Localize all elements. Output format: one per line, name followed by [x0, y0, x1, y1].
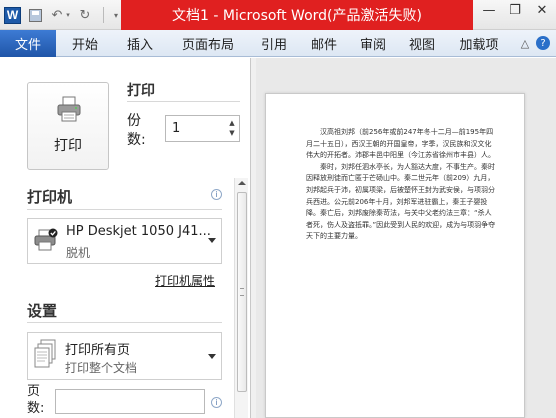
redo-icon[interactable]: ↻	[77, 7, 93, 23]
print-scope-sub: 打印整个文档	[65, 361, 138, 375]
ribbon-tabs: 文件 开始 插入 页面布局 引用 邮件 审阅 视图 加载项 △ ?	[0, 29, 556, 57]
printer-icon	[34, 228, 58, 251]
increment-icon[interactable]: ▲	[227, 118, 237, 128]
scrollbar-thumb[interactable]	[237, 192, 247, 392]
preview-paragraph: 汉高祖刘邦（前256年或前247年冬十二月—前195年四月二十五日），西汉王朝的…	[306, 128, 495, 160]
preview-text: 汉高祖刘邦（前256年或前247年冬十二月—前195年四月二十五日），西汉王朝的…	[306, 127, 496, 243]
title-bar: W ↶ ▾ ↻ ▾ 文档1 - Microsoft Word(产品激活失败) —…	[0, 0, 556, 30]
copies-value: 1	[172, 121, 181, 136]
printer-properties-link[interactable]: 打印机属性	[155, 272, 215, 289]
tab-mailings[interactable]: 邮件	[298, 30, 350, 57]
scrollbar[interactable]	[234, 178, 248, 418]
pages-input[interactable]	[55, 389, 205, 414]
tab-review[interactable]: 审阅	[350, 30, 396, 57]
restore-icon[interactable]: ❐	[502, 0, 528, 20]
tab-home[interactable]: 开始	[56, 30, 114, 57]
window-title: 文档1 - Microsoft Word(产品激活失败)	[121, 0, 473, 30]
tab-references[interactable]: 引用	[250, 30, 298, 57]
pages-icon	[34, 339, 56, 368]
divider	[27, 209, 222, 210]
chevron-down-icon	[208, 354, 216, 359]
quick-access-toolbar: ↶ ▾ ↻ ▾	[27, 7, 130, 23]
preview-paragraph: 秦时，刘邦任泗水亭长，为人豁达大度，不事生产。秦时因释放刑徒而亡匿于芒砀山中。秦…	[306, 162, 496, 241]
ribbon-collapse-icon[interactable]: △	[518, 36, 532, 50]
qat-separator	[103, 7, 104, 23]
print-heading: 打印	[127, 83, 155, 99]
tab-page-layout[interactable]: 页面布局	[166, 30, 250, 57]
help-icon[interactable]: ?	[536, 36, 550, 50]
settings-heading: 设置	[27, 302, 58, 320]
undo-icon[interactable]: ↶	[49, 7, 65, 23]
divider	[27, 322, 222, 323]
print-button-label: 打印	[54, 138, 82, 154]
save-icon[interactable]	[27, 7, 43, 23]
word-app-icon[interactable]: W	[4, 6, 21, 24]
info-icon[interactable]: i	[211, 189, 222, 200]
printer-dropdown[interactable]: HP Deskjet 1050 J41... 脱机	[27, 218, 222, 264]
printer-status: 脱机	[66, 246, 91, 260]
printer-name: HP Deskjet 1050 J41...	[66, 224, 211, 239]
chevron-down-icon	[208, 238, 216, 243]
printer-icon	[57, 96, 81, 122]
print-scope-main: 打印所有页	[65, 343, 131, 358]
print-scope-dropdown[interactable]: 打印所有页 打印整个文档	[27, 332, 222, 380]
tab-addins[interactable]: 加载项	[448, 30, 510, 57]
copies-label: 份数:	[127, 113, 146, 148]
printer-heading: 打印机	[27, 188, 73, 206]
tab-view[interactable]: 视图	[396, 30, 448, 57]
pages-label: 页数:	[27, 384, 45, 416]
scroll-up-icon[interactable]	[238, 181, 246, 185]
decrement-icon[interactable]: ▼	[227, 128, 237, 138]
copies-stepper[interactable]: 1 ▲ ▼	[165, 115, 240, 142]
preview-page: 汉高祖刘邦（前256年或前247年冬十二月—前195年四月二十五日），西汉王朝的…	[265, 93, 525, 418]
tab-file[interactable]: 文件	[0, 29, 56, 57]
print-button[interactable]: 打印	[27, 82, 109, 170]
grip-icon	[240, 288, 244, 296]
divider	[127, 101, 240, 102]
close-icon[interactable]: ✕	[528, 0, 556, 20]
undo-dropdown-icon[interactable]: ▾	[65, 7, 71, 23]
tab-insert[interactable]: 插入	[114, 30, 166, 57]
info-icon[interactable]: i	[211, 397, 222, 408]
minimize-icon[interactable]: —	[476, 0, 502, 20]
